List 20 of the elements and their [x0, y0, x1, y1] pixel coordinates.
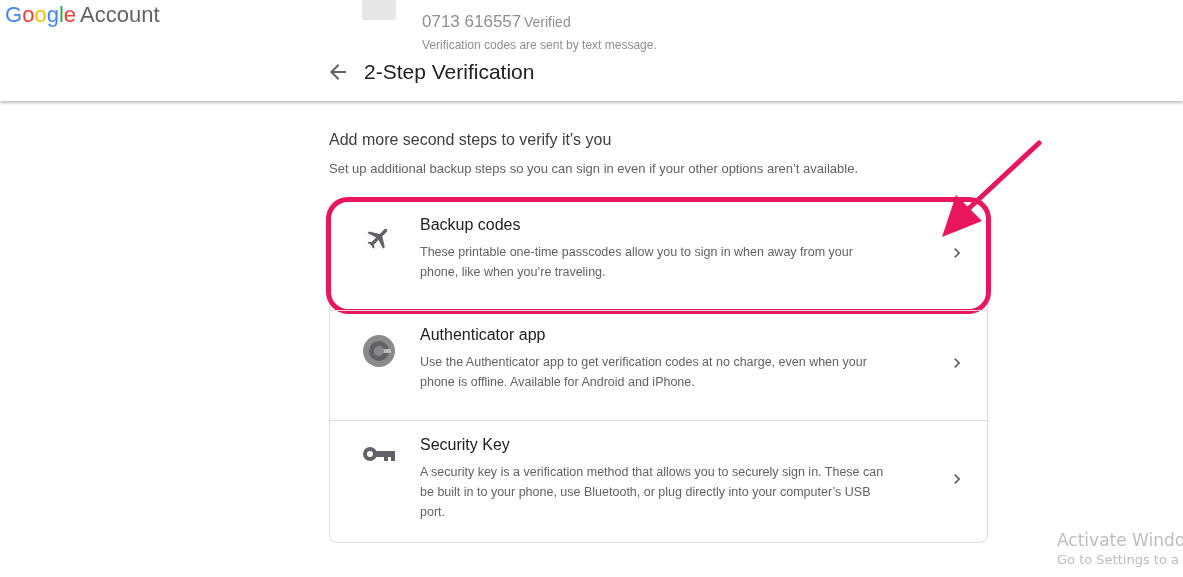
option-description: Use the Authenticator app to get verification codes at no charge, even when your phone is offline. Available for Android and iPhone. — [420, 354, 868, 391]
logo[interactable]: Google Account — [5, 2, 160, 28]
option-description: These printable one-time passcodes allow you to sign in when away from your phone, like when you’re traveling. — [420, 244, 854, 281]
option-row[interactable]: Backup codes These printable one-time passcodes allow you to sign in when away from your phone, like when you’re traveling. — [330, 201, 987, 310]
option-title: Authenticator app — [420, 326, 546, 344]
key-icon — [362, 444, 396, 464]
option-title: Backup codes — [420, 216, 521, 234]
activation-notice-text: Go to Settings to a — [1057, 552, 1180, 567]
message-icon — [362, 0, 396, 20]
section-subtitle: Set up additional backup steps so you can sign in even if your other options aren’t available. — [329, 161, 859, 176]
option-row[interactable]: Security Key A security key is a verification method that allows you to securely sign in. These can be built in to your phone, use Bluetooth, or plug directly into your computer’s USB port. — [330, 421, 987, 542]
page-title: 2-Step Verification — [364, 60, 535, 84]
option-title: Security Key — [420, 436, 510, 454]
info-text: Verification codes are sent by text message. — [422, 38, 657, 52]
section-heading: Add more second steps to verify it's you — [329, 131, 613, 149]
verified-status: Verified — [524, 14, 571, 30]
option-description: A security key is a verification method that allows you to securely sign in. These can be built in to your phone, use Bluetooth, or plug directly into your computer’s USB port. — [420, 464, 885, 521]
phone-number: 0713 616557 — [422, 12, 522, 32]
authenticator-icon — [362, 334, 396, 368]
option-row[interactable]: Authenticator app Use the Authenticator app to get verification codes at no charge, even when your phone is offline. Available for Android and iPhone. — [330, 311, 987, 420]
